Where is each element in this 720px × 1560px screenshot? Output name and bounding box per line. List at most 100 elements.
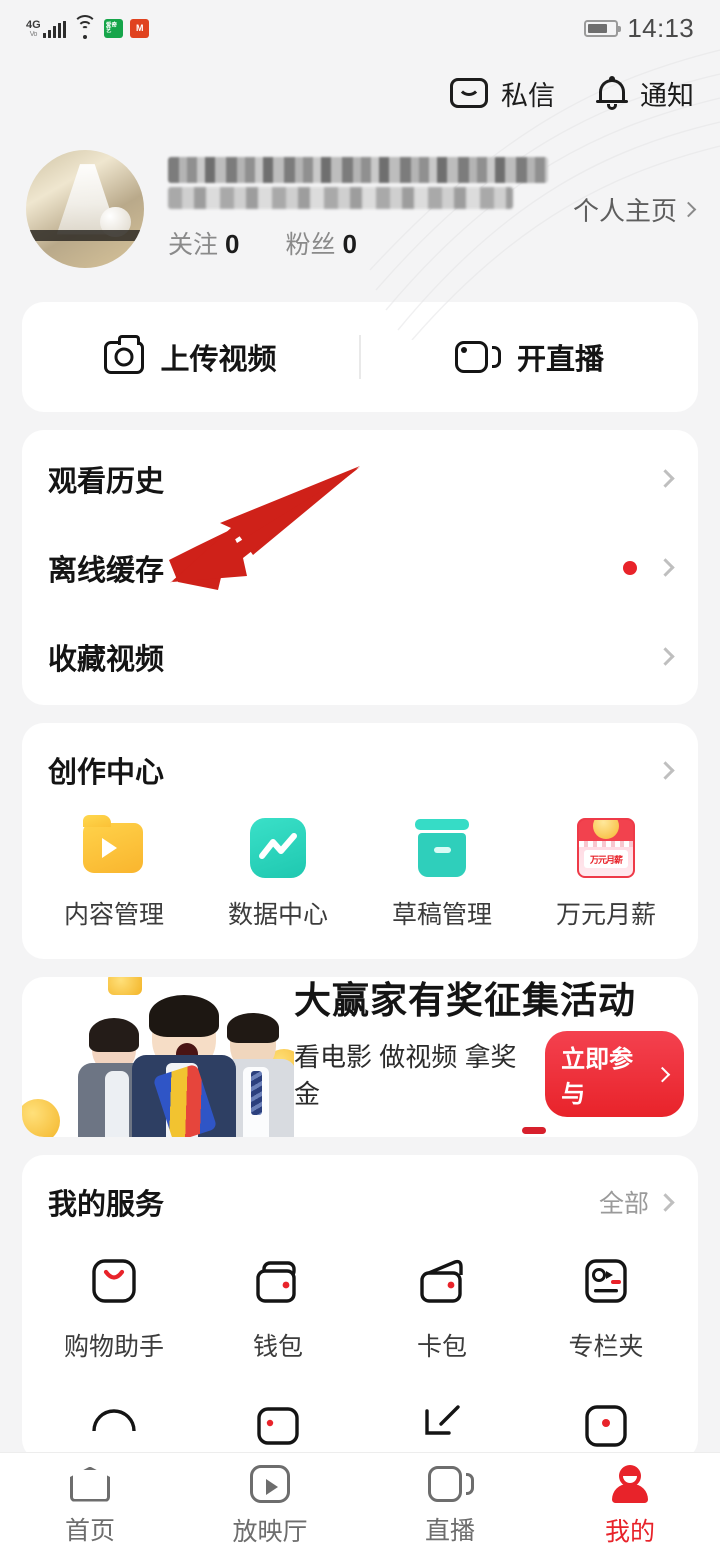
message-button[interactable]: 私信 xyxy=(450,74,555,113)
nav-label: 直播 xyxy=(424,1517,475,1545)
banner-cta-button[interactable]: 立即参与 xyxy=(545,1031,684,1118)
creation-item-label: 内容管理 xyxy=(63,901,164,929)
line-chart-icon xyxy=(247,817,309,879)
status-bar-left: 4G Vo 爱奇艺 M xyxy=(26,14,150,39)
username-masked-line2 xyxy=(168,187,513,209)
shopping-bag-icon xyxy=(83,1249,145,1311)
menu-item-favorite-videos[interactable]: 收藏视频 xyxy=(22,612,698,701)
calendar-reward-icon: 万元月薪 xyxy=(575,817,637,879)
cellular-signal-icon: 4G Vo xyxy=(26,19,67,38)
followers-count: 0 xyxy=(342,229,357,259)
avatar-rail-shape xyxy=(26,230,144,241)
banner-subtitle-row: 看电影 做视频 拿奖金 立即参与 xyxy=(294,1031,684,1118)
service-item-row2-3[interactable] xyxy=(360,1391,524,1435)
start-live-label: 开直播 xyxy=(516,344,604,376)
creation-item-content-manage[interactable]: 内容管理 xyxy=(32,815,196,931)
column-folder-icon xyxy=(575,1249,637,1311)
service-item-row2-4[interactable] xyxy=(524,1391,688,1447)
service-item-column-folder[interactable]: 专栏夹 xyxy=(524,1249,688,1363)
service-item-label: 专栏夹 xyxy=(568,1333,644,1361)
profile-info: 关注 0 粉丝 0 xyxy=(168,157,573,261)
service-item-wallet[interactable]: 钱包 xyxy=(196,1249,360,1363)
play-screen-icon xyxy=(250,1465,290,1503)
archive-box-icon xyxy=(411,817,473,879)
menu-label: 观看历史 xyxy=(48,465,165,498)
quick-actions-card: 上传视频 开直播 xyxy=(22,302,698,412)
following-stat[interactable]: 关注 0 xyxy=(168,225,239,261)
live-icon xyxy=(426,1466,474,1502)
nav-item-profile[interactable]: 我的 xyxy=(540,1453,720,1560)
service-item-row2-1[interactable] xyxy=(32,1391,196,1433)
battery-icon xyxy=(584,19,622,37)
banner-artwork xyxy=(22,977,294,1137)
following-count: 0 xyxy=(225,229,240,259)
chevron-right-icon xyxy=(656,558,675,577)
notification-button[interactable]: 通知 xyxy=(596,74,694,113)
services-title: 我的服务 xyxy=(48,1189,165,1221)
upload-video-button[interactable]: 上传视频 xyxy=(22,334,359,378)
service-item-card-holder[interactable]: 卡包 xyxy=(360,1249,524,1363)
clock-label: 14:13 xyxy=(627,12,694,43)
creation-center-grid: 内容管理 数据中心 草稿管理 万元月薪 万元月薪 xyxy=(22,791,698,959)
card-holder-icon xyxy=(411,1249,473,1311)
chevron-right-icon xyxy=(656,469,675,488)
menu-label: 离线缓存 xyxy=(48,554,165,587)
app-badge-icon-1: 爱奇艺 xyxy=(104,18,124,38)
creation-item-label: 数据中心 xyxy=(227,901,328,929)
calendar-reward-icon-text: 万元月薪 xyxy=(584,850,628,868)
menu-card: 观看历史 离线缓存 收藏视频 xyxy=(22,430,698,705)
chevron-right-icon xyxy=(656,1192,675,1212)
services-grid-row2 xyxy=(22,1391,698,1461)
service-item-row2-2[interactable] xyxy=(196,1391,360,1445)
envelope-icon xyxy=(450,78,488,108)
app-badge-icon-2: M xyxy=(130,18,150,38)
creation-item-draft-manage[interactable]: 草稿管理 xyxy=(360,817,524,931)
username-masked-line1 xyxy=(168,157,548,183)
service-item-label: 购物助手 xyxy=(63,1333,164,1361)
creation-item-data-center[interactable]: 数据中心 xyxy=(196,817,360,931)
followers-stat[interactable]: 粉丝 0 xyxy=(285,225,356,261)
banner-title: 大赢家有奖征集活动 xyxy=(294,979,636,1021)
signal-bars-icon xyxy=(42,20,67,38)
status-bar-right: 14:13 xyxy=(584,13,694,44)
home-icon xyxy=(70,1466,110,1502)
creation-center-header[interactable]: 创作中心 xyxy=(22,723,698,791)
nav-item-live[interactable]: 直播 xyxy=(360,1453,540,1560)
nav-label: 放映厅 xyxy=(232,1518,308,1546)
menu-item-watch-history[interactable]: 观看历史 xyxy=(22,434,698,523)
creation-item-label: 万元月薪 xyxy=(555,901,656,929)
message-label: 私信 xyxy=(501,80,555,111)
bottom-navigation: 首页 放映厅 直播 我的 xyxy=(0,1452,720,1560)
services-grid-row1: 购物助手 钱包 卡包 专栏夹 xyxy=(22,1223,698,1391)
service-item-label: 卡包 xyxy=(416,1333,467,1361)
personal-home-link[interactable]: 个人主页 xyxy=(572,191,697,228)
services-more-label: 全部 xyxy=(598,1190,649,1218)
service-item-shopping-assistant[interactable]: 购物助手 xyxy=(32,1249,196,1363)
menu-label: 收藏视频 xyxy=(48,643,165,676)
profile-section[interactable]: 关注 0 粉丝 0 个人主页 xyxy=(0,130,720,280)
menu-item-offline-cache[interactable]: 离线缓存 xyxy=(22,523,698,612)
creation-item-monthly-salary[interactable]: 万元月薪 万元月薪 xyxy=(524,817,688,931)
services-header[interactable]: 我的服务 全部 xyxy=(22,1155,698,1223)
personal-home-label: 个人主页 xyxy=(572,195,677,226)
avatar[interactable] xyxy=(26,150,144,268)
ticket-icon xyxy=(247,1391,309,1453)
camera-icon xyxy=(104,334,145,374)
wallet-icon xyxy=(247,1249,309,1311)
nav-item-home[interactable]: 首页 xyxy=(0,1453,180,1560)
header-actions: 私信 通知 xyxy=(0,56,720,130)
creation-center-card: 创作中心 内容管理 数据中心 草稿管理 万元月薪 万元月薪 xyxy=(22,723,698,959)
creation-center-title: 创作中心 xyxy=(48,757,165,789)
services-card: 我的服务 全部 购物助手 钱包 卡包 专栏夹 xyxy=(22,1155,698,1461)
banner-text: 大赢家有奖征集活动 看电影 做视频 拿奖金 立即参与 xyxy=(294,980,698,1135)
notification-label: 通知 xyxy=(640,80,694,111)
nav-item-screening-room[interactable]: 放映厅 xyxy=(180,1453,360,1560)
nav-label: 我的 xyxy=(604,1518,655,1546)
promo-banner[interactable]: 大赢家有奖征集活动 看电影 做视频 拿奖金 立即参与 xyxy=(22,977,698,1137)
nav-label: 首页 xyxy=(64,1516,115,1545)
wifi-icon xyxy=(73,14,98,39)
history-clock-icon xyxy=(83,1391,145,1453)
start-live-button[interactable]: 开直播 xyxy=(361,336,698,378)
banner-cta-label: 立即参与 xyxy=(561,1046,634,1109)
upload-video-label: 上传视频 xyxy=(160,344,277,376)
